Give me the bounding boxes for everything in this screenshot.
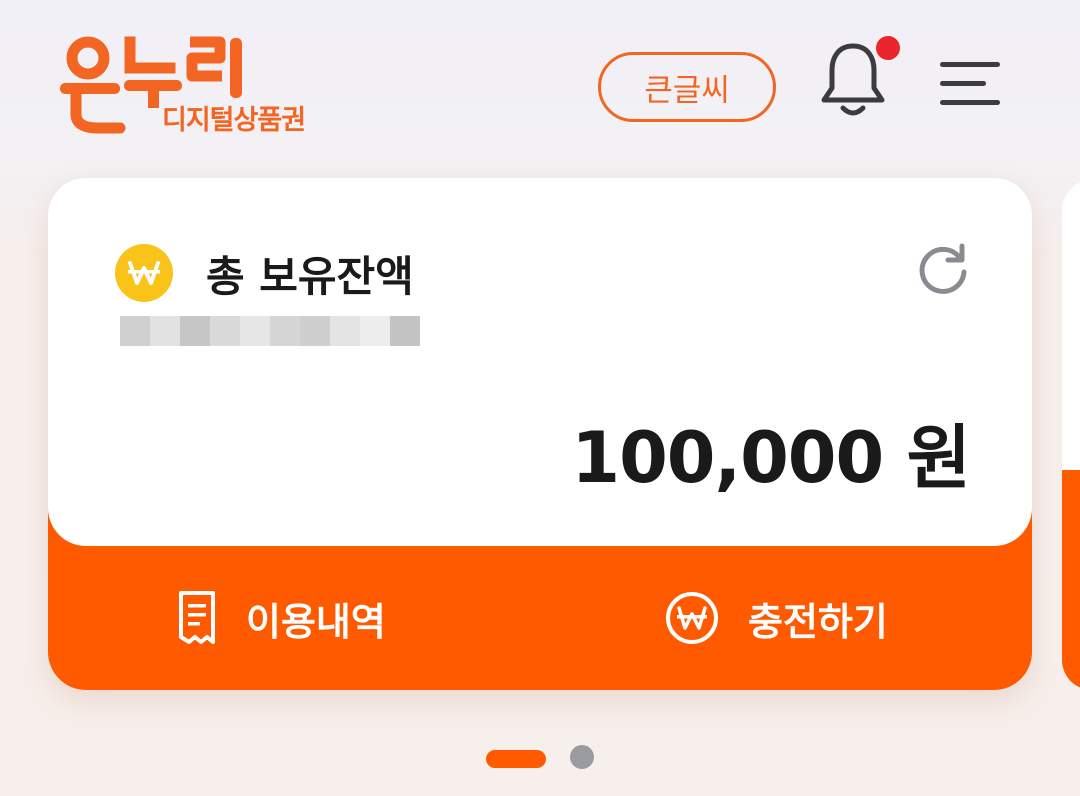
won-circle-icon [666, 592, 718, 644]
notification-dot [876, 36, 900, 60]
onnuri-logo[interactable]: 디지털상품권 [58, 34, 318, 136]
charge-button[interactable]: 충전하기 [664, 580, 888, 656]
balance-title: 총 보유잔액 [206, 252, 414, 301]
big-font-button[interactable]: 큰글씨 [598, 52, 776, 122]
history-button[interactable]: 이용내역 [176, 580, 386, 656]
history-label: 이용내역 [246, 599, 386, 644]
masked-card-number [120, 316, 420, 346]
pager-dot-active[interactable] [486, 750, 546, 768]
app-header: 디지털상품권 큰글씨 [0, 0, 1080, 165]
logo-subtitle: 디지털상품권 [162, 105, 306, 136]
pager-dot[interactable] [570, 745, 594, 769]
refresh-icon[interactable] [914, 240, 972, 298]
hamburger-menu-icon[interactable] [940, 60, 1002, 106]
won-coin-icon [115, 244, 173, 302]
next-card-peek[interactable] [1062, 180, 1080, 690]
balance-amount: 100,000 원 [571, 417, 971, 499]
receipt-icon [179, 591, 215, 644]
charge-label: 충전하기 [748, 599, 888, 644]
